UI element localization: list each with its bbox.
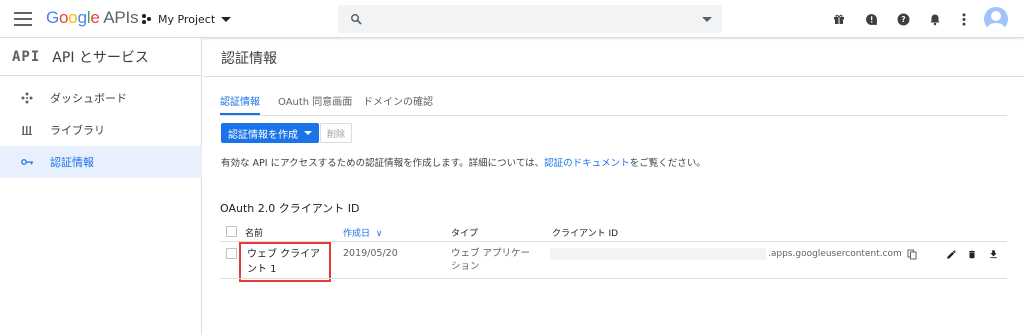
more-vert-icon[interactable] <box>954 9 974 29</box>
client-id-suffix: .apps.googleusercontent.com <box>768 249 902 259</box>
description: 有効な API にアクセスするための認証情報を作成します。詳細については、認証の… <box>221 155 706 169</box>
divider <box>220 115 1007 116</box>
sort-descending-icon: ∨ <box>375 229 383 239</box>
api-logo: API <box>12 48 41 65</box>
page-title: 認証情報 <box>221 51 277 67</box>
delete-button[interactable]: 削除 <box>320 123 353 143</box>
docs-link[interactable]: 認証のドキュメント <box>544 158 630 169</box>
edit-icon[interactable] <box>944 247 958 261</box>
trash-icon[interactable] <box>965 247 979 261</box>
created-date: 2019/05/20 <box>343 248 398 259</box>
search-icon <box>351 14 362 25</box>
gift-icon[interactable] <box>829 9 849 29</box>
sidebar-item-label: ダッシュボード <box>50 92 127 105</box>
notification-bubble-icon[interactable] <box>861 9 881 29</box>
search-input[interactable] <box>374 5 694 33</box>
sidebar-item-label: 認証情報 <box>50 156 94 169</box>
client-type: ウェブ アプリケーション <box>451 248 531 272</box>
create-credentials-label: 認証情報を作成 <box>228 129 298 141</box>
section-title: OAuth 2.0 クライアント ID <box>220 202 360 215</box>
bell-icon[interactable] <box>925 9 945 29</box>
library-icon <box>20 123 34 137</box>
description-text: 有効な API にアクセスするための認証情報を作成します。詳細については、 <box>221 158 545 169</box>
column-header-client-id: クライアント ID <box>552 229 619 239</box>
sidebar-item-credentials[interactable]: 認証情報 <box>0 146 202 178</box>
help-icon[interactable]: ? <box>893 9 913 29</box>
project-selector[interactable]: My Project <box>142 9 232 29</box>
create-credentials-button[interactable]: 認証情報を作成 <box>221 123 319 143</box>
tab-oauth-consent[interactable]: OAuth 同意画面 <box>278 93 352 115</box>
chevron-down-icon <box>304 131 312 135</box>
search-bar[interactable] <box>338 5 722 33</box>
copy-icon[interactable] <box>905 247 919 261</box>
google-apis-logo[interactable]: Google APIs <box>46 8 139 28</box>
dashboard-icon <box>20 91 34 105</box>
chevron-down-icon <box>221 16 232 22</box>
avatar[interactable] <box>984 7 1008 31</box>
tab-credentials[interactable]: 認証情報 <box>220 93 260 115</box>
client-id-redacted <box>550 248 766 260</box>
sidebar-item-dashboard[interactable]: ダッシュボード <box>0 82 202 114</box>
key-icon <box>20 155 34 169</box>
row-checkbox[interactable] <box>226 248 237 259</box>
tab-domain-verification[interactable]: ドメインの確認 <box>363 93 433 115</box>
svg-text:?: ? <box>901 15 905 24</box>
google-wordmark: G <box>46 8 60 27</box>
sidebar: API API とサービス ダッシュボード ライブラリ 認証情報 <box>0 38 202 335</box>
main-content: 認証情報 認証情報 OAuth 同意画面 ドメインの確認 認証情報を作成 削除 … <box>203 38 1024 335</box>
sidebar-item-library[interactable]: ライブラリ <box>0 114 202 146</box>
top-app-bar: Google APIs My Project ? <box>0 0 1024 38</box>
select-all-checkbox[interactable] <box>226 226 237 237</box>
apis-label: APIs <box>103 8 139 27</box>
sidebar-title[interactable]: API とサービス <box>52 47 149 67</box>
column-header-type: タイプ <box>451 229 479 239</box>
project-name: My Project <box>158 12 216 26</box>
divider <box>220 241 1007 242</box>
divider <box>203 76 1024 77</box>
divider <box>220 278 1007 279</box>
description-suffix: をご覧ください。 <box>629 158 706 169</box>
column-header-created-label: 作成日 <box>343 229 371 239</box>
column-header-created[interactable]: 作成日 ∨ <box>343 226 382 239</box>
download-icon[interactable] <box>986 247 1000 261</box>
client-name-link[interactable]: ウェブ クライアント 1 <box>239 242 331 282</box>
sidebar-header: API API とサービス <box>0 38 201 76</box>
search-dropdown-icon[interactable] <box>702 17 712 22</box>
sidebar-item-label: ライブラリ <box>50 124 105 137</box>
menu-icon[interactable] <box>14 12 32 26</box>
column-header-name: 名前 <box>245 229 264 239</box>
project-icon <box>142 14 152 24</box>
